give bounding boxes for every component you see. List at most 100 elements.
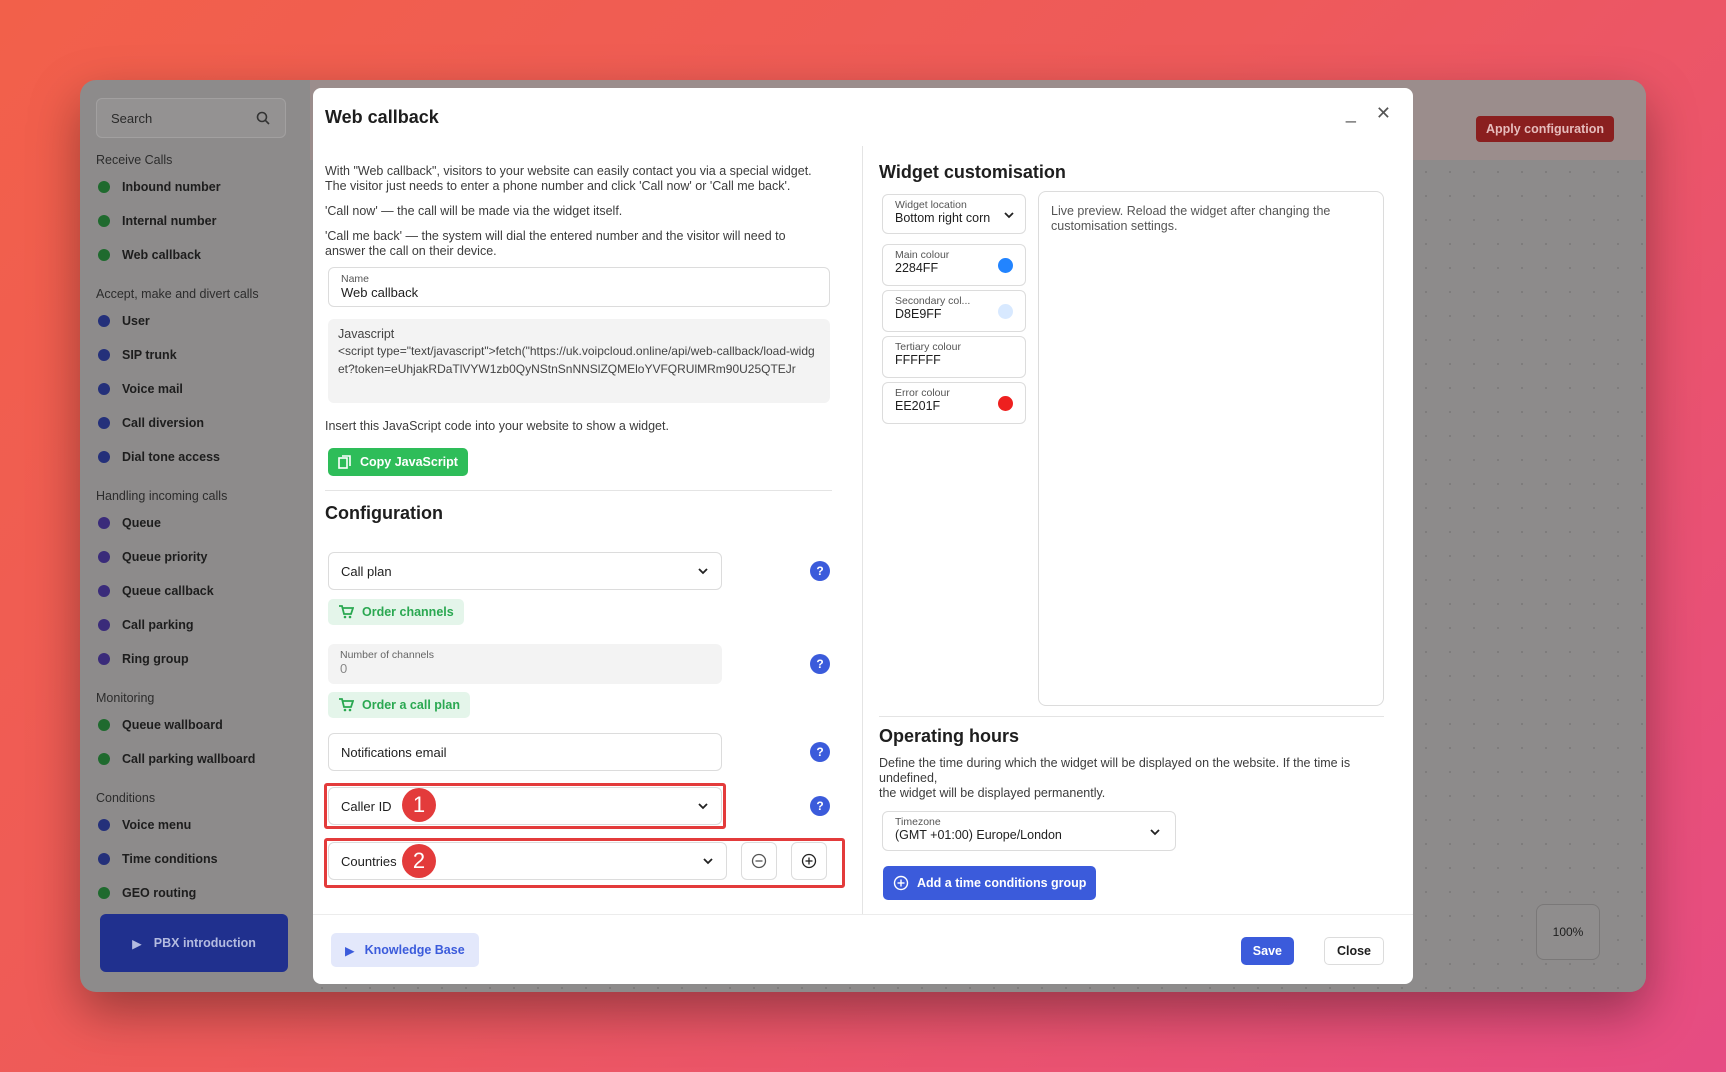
colour-label: Secondary col... [895, 295, 971, 307]
close-button[interactable]: Close [1323, 937, 1384, 965]
search-input[interactable]: Search [96, 98, 286, 138]
sidebar-item-call-diversion[interactable]: Call diversion [96, 406, 302, 440]
widget-location-select[interactable]: Widget location Bottom right corn [882, 194, 1026, 234]
sidebar-item-call-parking[interactable]: Call parking [96, 608, 302, 642]
sidebar-item-dial-tone-access[interactable]: Dial tone access [96, 440, 302, 474]
pbx-introduction-button[interactable]: ▶ PBX introduction [100, 914, 288, 972]
sidebar-item-label: Call diversion [122, 416, 204, 430]
colour-value: FFFFFF [895, 353, 941, 367]
widget-location-value: Bottom right corn [895, 211, 991, 225]
call-now-text: 'Call now' — the call will be made via t… [325, 204, 623, 218]
cart-icon [339, 605, 354, 619]
geo-routing-icon [96, 885, 112, 901]
javascript-field[interactable]: Javascript <script type="text/javascript… [328, 319, 830, 403]
zoom-level[interactable]: 100% [1536, 904, 1600, 960]
knowledge-base-label: Knowledge Base [364, 943, 465, 957]
sidebar-item-queue-callback[interactable]: Queue callback [96, 574, 302, 608]
sidebar-item-voice-menu[interactable]: Voice menu [96, 808, 302, 842]
sidebar-item-label: SIP trunk [122, 348, 177, 362]
sidebar-item-queue[interactable]: Queue [96, 506, 302, 540]
call-plan-help-icon[interactable]: ? [810, 561, 830, 581]
sidebar-item-web-callback[interactable]: Web callback [96, 238, 302, 272]
sidebar-item-geo-routing[interactable]: GEO routing [96, 876, 302, 910]
order-call-plan-button[interactable]: Order a call plan [328, 692, 470, 718]
channels-help-icon[interactable]: ? [810, 654, 830, 674]
colour-field-d8e9ff[interactable]: Secondary col... D8E9FF [882, 290, 1026, 332]
minimize-icon[interactable]: _ [1346, 104, 1356, 122]
widget-location-label: Widget location [895, 199, 967, 211]
sidebar-item-label: Queue priority [122, 550, 208, 564]
notifications-help-icon[interactable]: ? [810, 742, 830, 762]
call-plan-select[interactable]: Call plan [328, 552, 722, 590]
caller-id-help-icon[interactable]: ? [810, 796, 830, 816]
colour-value: 2284FF [895, 261, 939, 275]
timezone-select[interactable]: Timezone (GMT +01:00) Europe/London [882, 811, 1176, 851]
operating-hours-description: Define the time during which the widget … [879, 756, 1351, 785]
chevron-down-icon [698, 568, 708, 575]
nav-group-title: Monitoring [96, 691, 155, 705]
sidebar-item-sip-trunk[interactable]: SIP trunk [96, 338, 302, 372]
notifications-email-field[interactable]: Notifications email [328, 733, 722, 771]
name-field[interactable]: Name Web callback [328, 267, 830, 307]
order-channels-button[interactable]: Order channels [328, 599, 464, 625]
widget-customisation-title: Widget customisation [879, 162, 1066, 182]
sidebar-item-label: Call parking wallboard [122, 752, 256, 766]
sidebar-item-voice-mail[interactable]: Voice mail [96, 372, 302, 406]
sidebar-item-ring-group[interactable]: Ring group [96, 642, 302, 676]
color-fields: Main colour 2284FF Secondary col... D8E9FF T… [882, 244, 1026, 444]
timezone-value: (GMT +01:00) Europe/London [895, 828, 1062, 842]
queue-icon [96, 515, 112, 531]
voicemail-icon [96, 381, 112, 397]
colour-field-ee201f[interactable]: Error colour EE201F [882, 382, 1026, 424]
colour-swatch[interactable] [998, 396, 1013, 411]
name-value: Web callback [341, 285, 419, 300]
colour-swatch[interactable] [998, 304, 1013, 319]
copy-javascript-button[interactable]: Copy JavaScript [328, 448, 468, 476]
column-divider [862, 146, 863, 914]
notifications-email-label: Notifications email [341, 744, 447, 760]
dialog-title: Web callback [325, 106, 439, 127]
sidebar-item-queue-wallboard[interactable]: Queue wallboard [96, 708, 302, 742]
colour-field-2284ff[interactable]: Main colour 2284FF [882, 244, 1026, 286]
live-preview-panel: Live preview. Reload the widget after ch… [1038, 191, 1384, 706]
sidebar-item-time-conditions[interactable]: Time conditions [96, 842, 302, 876]
number-of-channels-field[interactable]: Number of channels 0 [328, 644, 722, 684]
channels-value: 0 [340, 661, 348, 676]
nav-group-title: Accept, make and divert calls [96, 287, 259, 301]
pbx-introduction-label: PBX introduction [153, 936, 256, 950]
add-time-conditions-group-label: Add a time conditions group [917, 876, 1087, 890]
sidebar: Search Receive Calls Inbound number Intern… [80, 80, 302, 992]
timezone-label: Timezone [895, 816, 941, 828]
sidebar-item-queue-priority[interactable]: Queue priority [96, 540, 302, 574]
right-column: Widget customisation [879, 146, 1399, 183]
sidebar-item-label: Ring group [122, 652, 189, 666]
sidebar-item-label: Queue callback [122, 584, 214, 598]
configuration-title: Configuration [325, 503, 443, 523]
save-button[interactable]: Save [1240, 937, 1294, 965]
sidebar-item-user[interactable]: User [96, 304, 302, 338]
inbound-number-icon [96, 179, 112, 195]
parking-icon [96, 617, 112, 633]
sidebar-item-inbound-number[interactable]: Inbound number [96, 170, 302, 204]
apply-configuration-button[interactable]: Apply configuration [1475, 116, 1614, 142]
intro-text: With "Web callback", visitors to your we… [325, 164, 812, 193]
dialog-footer: ▶ Knowledge Base Save Close [313, 914, 1413, 984]
chevron-down-icon [1150, 829, 1160, 836]
queue-callback-icon [96, 583, 112, 599]
operating-hours-title: Operating hours [879, 726, 1020, 746]
cart-icon [339, 698, 354, 712]
colour-label: Main colour [895, 249, 950, 261]
colour-field-ffffff[interactable]: Tertiary colour FFFFFF [882, 336, 1026, 378]
clock-icon [96, 851, 112, 867]
user-icon [96, 313, 112, 329]
insert-note: Insert this JavaScript code into your we… [325, 419, 669, 433]
colour-swatch[interactable] [998, 258, 1013, 273]
add-time-conditions-group-button[interactable]: Add a time conditions group [883, 866, 1097, 900]
sidebar-item-internal-number[interactable]: Internal number [96, 204, 302, 238]
sidebar-item-call-parking-wallboard[interactable]: Call parking wallboard [96, 742, 302, 776]
sidebar-item-label: Call parking [122, 618, 194, 632]
order-call-plan-label: Order a call plan [362, 698, 460, 712]
web-callback-dialog: Web callback _ ✕ With "Web callback", vi… [313, 88, 1413, 984]
knowledge-base-button[interactable]: ▶ Knowledge Base [331, 933, 479, 967]
close-icon[interactable]: ✕ [1376, 104, 1391, 122]
